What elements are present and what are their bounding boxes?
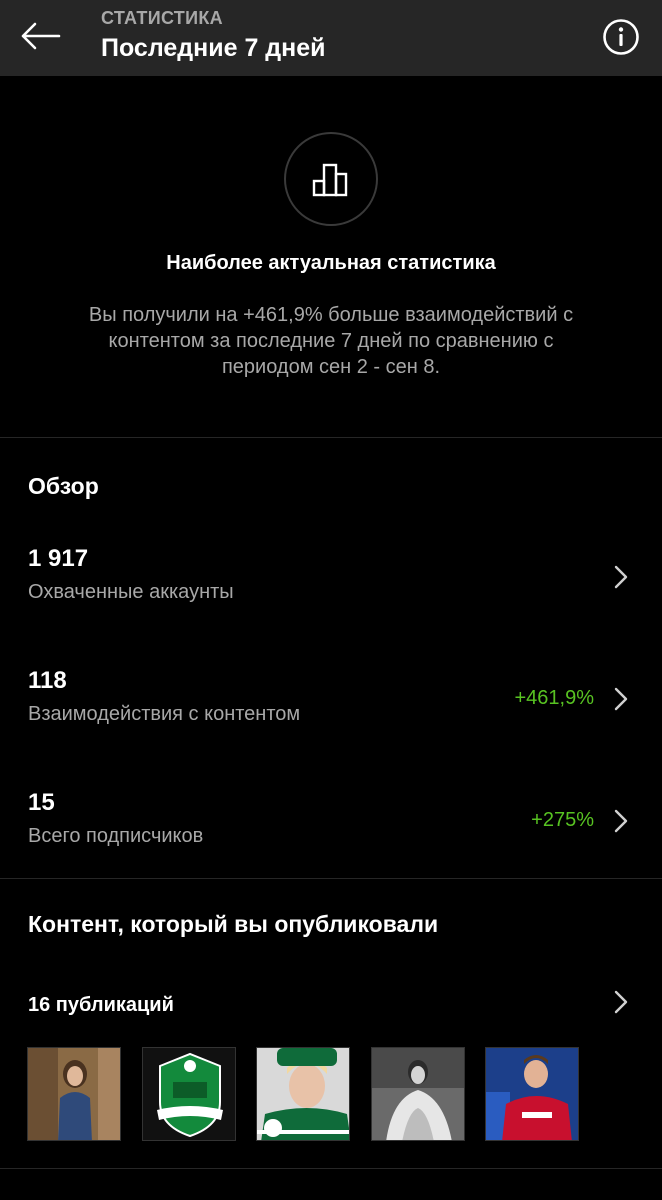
post-thumbnail-image <box>28 1048 120 1140</box>
info-button[interactable] <box>598 14 644 60</box>
stat-row-content-interactions[interactable]: 118 Взаимодействия с контентом +461,9% <box>0 667 662 767</box>
stat-label: Взаимодействия с контентом <box>28 703 301 725</box>
post-thumbnail-image <box>143 1048 235 1140</box>
stat-value: 118 <box>28 667 67 694</box>
chevron-right-icon <box>614 687 628 711</box>
top-bar: СТАТИСТИКА Последние 7 дней <box>0 0 662 76</box>
stat-value: 1 917 <box>28 545 89 572</box>
back-button[interactable] <box>14 14 66 58</box>
post-thumbnail-image <box>486 1048 578 1140</box>
stat-value: 15 <box>28 789 55 816</box>
content-title: Контент, который вы опубликовали <box>28 911 439 937</box>
hero-icon-circle <box>284 132 378 226</box>
chevron-right-icon <box>614 990 628 1014</box>
post-thumbnail[interactable] <box>27 1047 121 1141</box>
stat-row-reached-accounts[interactable]: 1 917 Охваченные аккаунты <box>0 545 662 645</box>
post-thumbnail[interactable] <box>256 1047 350 1141</box>
header-subtitle: СТАТИСТИКА <box>101 8 223 28</box>
info-icon <box>603 19 639 55</box>
hero-title: Наиболее актуальная статистика <box>166 252 496 274</box>
divider <box>0 437 662 438</box>
post-thumbnail-image <box>257 1048 349 1140</box>
stat-row-total-followers[interactable]: 15 Всего подписчиков +275% <box>0 789 662 889</box>
divider <box>0 1168 662 1169</box>
stat-label: Всего подписчиков <box>28 825 204 847</box>
stat-delta: +275% <box>531 809 594 831</box>
post-thumbnail[interactable] <box>371 1047 465 1141</box>
chevron-right-icon <box>614 565 628 589</box>
page-title: Последние 7 дней <box>101 34 326 62</box>
arrow-left-icon <box>21 22 61 50</box>
hero-description: Вы получили на +461,9% больше взаимодейс… <box>88 304 574 378</box>
divider <box>0 878 662 879</box>
post-thumbnail-image <box>372 1048 464 1140</box>
bar-chart-icon <box>312 163 348 197</box>
stat-label: Охваченные аккаунты <box>28 581 234 603</box>
overview-title: Обзор <box>28 473 99 499</box>
post-thumbnail[interactable] <box>485 1047 579 1141</box>
chevron-right-icon <box>614 809 628 833</box>
stat-delta: +461,9% <box>514 687 594 709</box>
post-thumbnail[interactable] <box>142 1047 236 1141</box>
publications-row[interactable]: 16 публикаций <box>0 984 662 1028</box>
publications-label: 16 публикаций <box>28 994 174 1016</box>
